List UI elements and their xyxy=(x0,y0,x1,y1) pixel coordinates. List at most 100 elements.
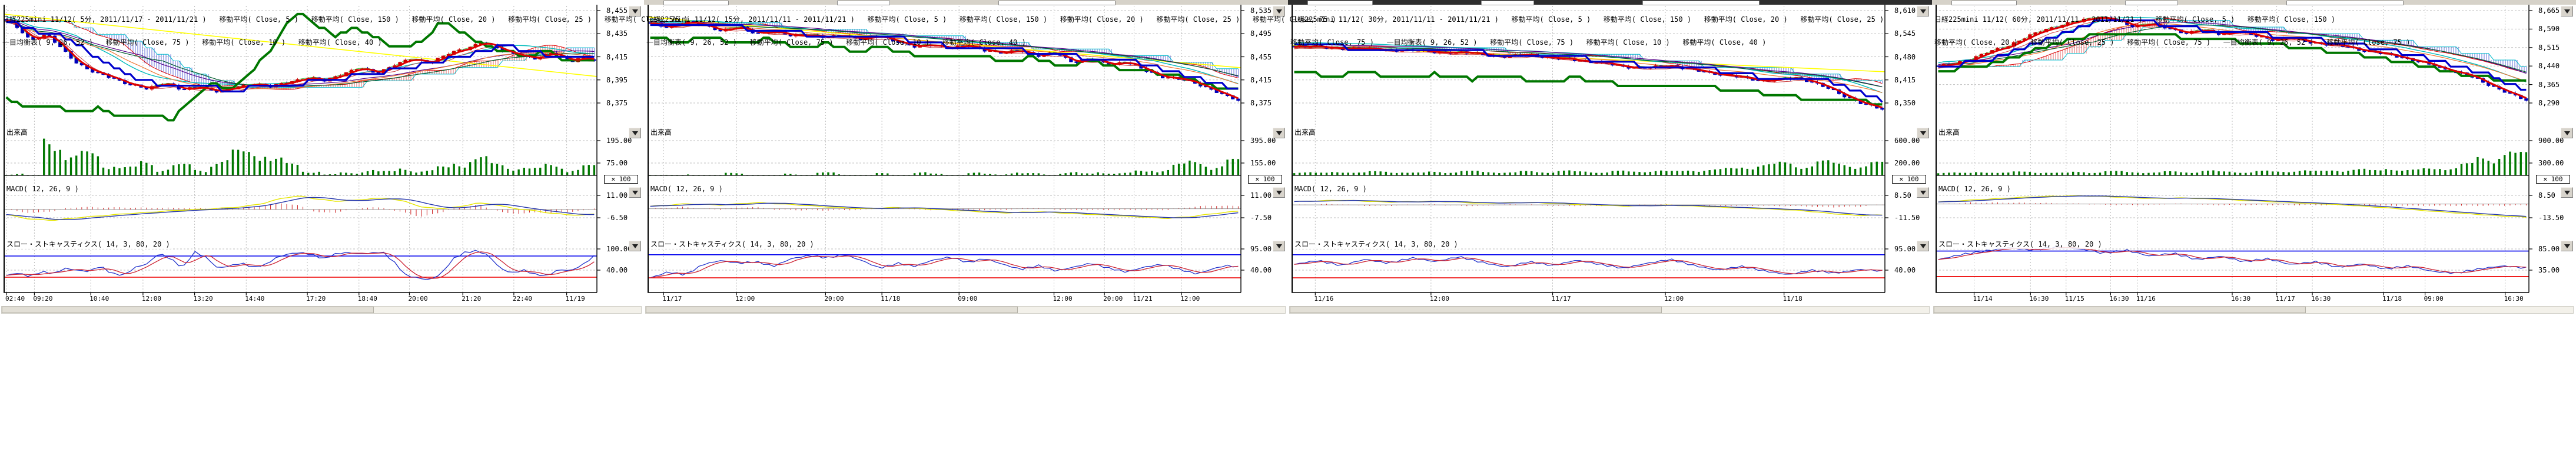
time-axis-label: 09:00 xyxy=(958,295,977,303)
price-axis-label: 8,290 xyxy=(2538,99,2560,107)
time-scrollbar-thumb[interactable] xyxy=(2,307,374,313)
time-axis-label: 20:00 xyxy=(408,295,427,303)
chart-panel: 日経225mini 11/12( 5分, 2011/11/17 - 2011/1… xyxy=(0,0,644,321)
price-axis-label: 8,440 xyxy=(2538,62,2560,70)
volume-bars xyxy=(648,159,1241,175)
chart-title-legend-line1: 日経225mini 11/12( 30分, 2011/11/11 - 2011/… xyxy=(1290,16,1884,24)
time-axis-label: 09:00 xyxy=(2424,295,2444,303)
chart-title-legend-line1: 日経225mini 11/12( 15分, 2011/11/11 - 2011/… xyxy=(646,16,1336,24)
price-axis-label: 8,375 xyxy=(606,99,628,107)
stochastics-pane xyxy=(1292,255,1885,278)
clipped-toolbar-control xyxy=(1307,1,1373,5)
time-scrollbar[interactable] xyxy=(1289,306,1930,314)
volume-pane-label: 出来高 xyxy=(1294,127,1316,137)
volume-pane-scale-dropdown-button[interactable] xyxy=(2561,128,2573,138)
macd-pane xyxy=(1292,201,1885,216)
chart-title-legend-line1: 日経225mini 11/12( 5分, 2011/11/17 - 2011/1… xyxy=(2,16,688,24)
time-axis-label: 11/18 xyxy=(2382,295,2402,303)
chart-header: 日経225mini 11/12( 5分, 2011/11/17 - 2011/1… xyxy=(2,1,688,62)
stochastics-pane-scale-dropdown-button[interactable] xyxy=(1273,241,1285,251)
macd-pane xyxy=(4,196,597,220)
macd-axis-label: -7.50 xyxy=(1250,214,1272,222)
macd-pane-scale-dropdown-button[interactable] xyxy=(2561,187,2573,198)
price-axis-label: 8,415 xyxy=(1894,76,1916,84)
time-axis-label: 11/17 xyxy=(2276,295,2295,303)
chevron-down-icon xyxy=(1920,244,1926,248)
chart-title-legend-line1: 日経225mini 11/12( 60分, 2011/11/11 - 2011/… xyxy=(1934,16,2410,24)
chevron-down-icon xyxy=(632,131,638,135)
volume-pane-scale-dropdown-button[interactable] xyxy=(629,128,641,138)
price-axis-label: 8,415 xyxy=(1250,76,1272,84)
time-axis-label: 18:40 xyxy=(358,295,377,303)
clipped-toolbar-control xyxy=(998,1,1116,5)
chevron-down-icon xyxy=(1276,131,1282,135)
stochastics-axis-label: 95.00 xyxy=(1250,245,1272,253)
macd-pane-label: MACD( 12, 26, 9 ) xyxy=(1938,185,2011,193)
volume-axis-label: 300.00 xyxy=(2538,159,2564,167)
stochastics-axis-label: 100.00 xyxy=(606,245,632,253)
time-axis-label: 12:00 xyxy=(1053,295,1072,303)
chart-legend-line2: 移動平均( Close, 20 ) 移動平均( Close, 25 ) 移動平均… xyxy=(1934,39,2410,46)
clipped-toolbar-control xyxy=(2286,1,2404,5)
stochastics-pane-label: スロー・ストキャスティクス( 14, 3, 80, 20 ) xyxy=(6,239,171,249)
clipped-toolbar-control xyxy=(663,1,729,5)
price-axis-label: 8,480 xyxy=(1894,53,1916,61)
macd-pane-scale-dropdown-button[interactable] xyxy=(629,187,641,198)
clipped-toolbar-control xyxy=(1481,1,1534,5)
chevron-down-icon xyxy=(1920,9,1926,14)
stochastics-axis-label: 85.00 xyxy=(2538,245,2560,253)
time-axis-label: 20:00 xyxy=(1103,295,1123,303)
macd-pane-scale-dropdown-button[interactable] xyxy=(1917,187,1929,198)
stochastics-axis-label: 35.00 xyxy=(2538,266,2560,274)
time-scrollbar-thumb[interactable] xyxy=(1934,307,2306,313)
chart-panel: 日経225mini 11/12( 30分, 2011/11/11 - 2011/… xyxy=(1288,0,1932,321)
time-scrollbar[interactable] xyxy=(1933,306,2574,314)
clipped-toolbar-fragment xyxy=(1288,0,1932,5)
stochastics-pane-label: スロー・ストキャスティクス( 14, 3, 80, 20 ) xyxy=(650,239,815,249)
time-scrollbar[interactable] xyxy=(1,306,642,314)
time-axis-label: 11/18 xyxy=(1783,295,1802,303)
time-axis-label: 11/17 xyxy=(1552,295,1571,303)
time-axis-label: 12:00 xyxy=(142,295,161,303)
clipped-toolbar-control xyxy=(1951,1,2017,5)
volume-pane-scale-dropdown-button[interactable] xyxy=(1917,128,1929,138)
time-axis-label: 12:00 xyxy=(735,295,755,303)
price-axis-label: 8,665 xyxy=(2538,6,2560,15)
chevron-down-icon xyxy=(1276,244,1282,248)
stochastics-pane-label: スロー・ストキャスティクス( 14, 3, 80, 20 ) xyxy=(1294,239,1459,249)
time-scrollbar[interactable] xyxy=(645,306,1286,314)
chevron-down-icon xyxy=(1920,131,1926,135)
time-scrollbar-thumb[interactable] xyxy=(1290,307,1662,313)
volume-multiplier-box: × 100 xyxy=(1248,175,1282,184)
macd-pane-scale-dropdown-button[interactable] xyxy=(1273,187,1285,198)
stochastics-pane-scale-dropdown-button[interactable] xyxy=(629,241,641,251)
volume-bars xyxy=(4,139,597,175)
time-axis-label: 02:40 xyxy=(5,295,25,303)
time-axis-label: 12:00 xyxy=(1430,295,1449,303)
clipped-toolbar-fragment xyxy=(644,0,1288,5)
volume-axis-label: 75.00 xyxy=(606,159,628,167)
time-axis-label: 16:30 xyxy=(2231,295,2250,303)
stochastics-axis-label: 40.00 xyxy=(1250,266,1272,274)
macd-axis-label: 11.00 xyxy=(1250,191,1272,200)
chart-legend-line2: 移動平均( Close, 75 ) 一目均衡表( 9, 26, 52 ) 移動平… xyxy=(1290,39,1884,46)
main-pane-scale-dropdown-button[interactable] xyxy=(1917,6,1929,16)
stochastics-axis-label: 40.00 xyxy=(606,266,628,274)
time-axis-label: 12:00 xyxy=(1180,295,1200,303)
chart-legend-line2: 一目均衡表( 9, 26, 52 ) 移動平均( Close, 75 ) 移動平… xyxy=(646,39,1336,46)
chart-legend-line2: 一目均衡表( 9, 26, 52 ) 移動平均( Close, 75 ) 移動平… xyxy=(2,39,688,46)
price-axis-label: 8,590 xyxy=(2538,25,2560,33)
chevron-down-icon xyxy=(1276,191,1282,195)
volume-multiplier-box: × 100 xyxy=(1892,175,1926,184)
time-axis-label: 14:40 xyxy=(245,295,264,303)
stochastics-pane-scale-dropdown-button[interactable] xyxy=(2561,241,2573,251)
macd-axis-label: -6.50 xyxy=(606,214,628,222)
time-scrollbar-thumb[interactable] xyxy=(646,307,1018,313)
volume-pane-scale-dropdown-button[interactable] xyxy=(1273,128,1285,138)
clipped-toolbar-fragment xyxy=(1932,0,2576,5)
macd-axis-label: 8.50 xyxy=(1894,191,1911,200)
price-axis-label: 8,610 xyxy=(1894,6,1916,15)
price-axis-label: 8,350 xyxy=(1894,99,1916,107)
stochastics-pane-scale-dropdown-button[interactable] xyxy=(1917,241,1929,251)
main-pane-scale-dropdown-button[interactable] xyxy=(2561,6,2573,16)
